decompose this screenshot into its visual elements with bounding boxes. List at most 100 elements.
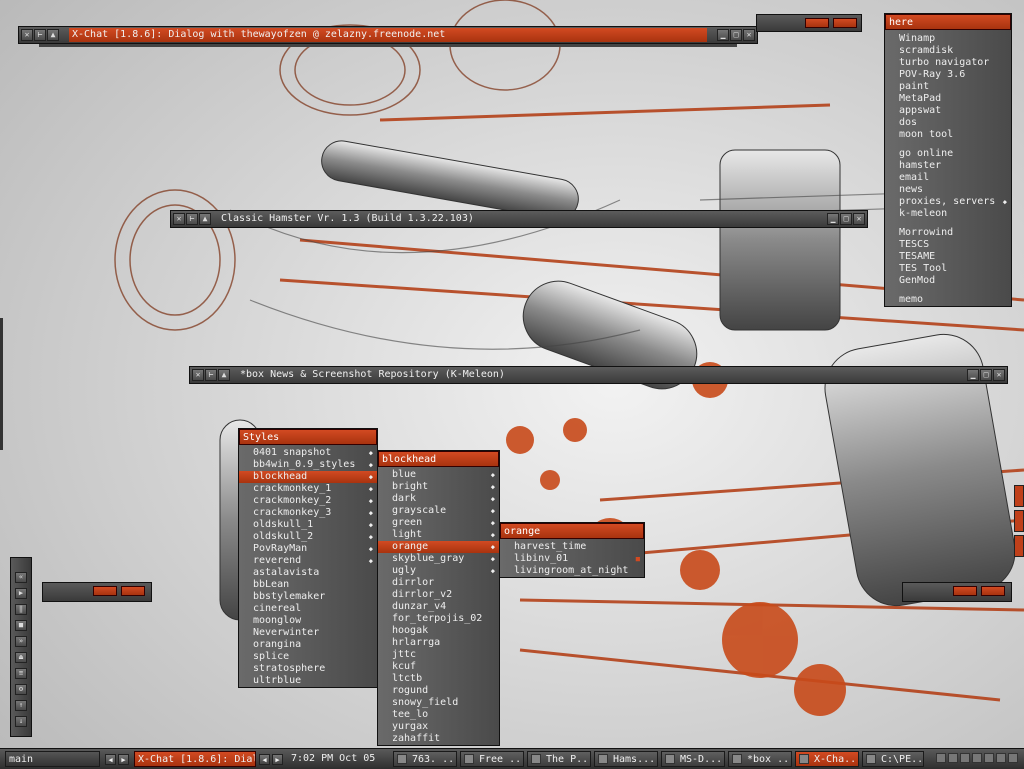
xchat-window-titlebar[interactable]: ✕ ⊢ ▲ X-Chat [1.8.6]: Dialog with theway… [18,26,758,47]
blockhead-menu-item[interactable]: light ◆ [378,529,499,541]
workspace-next-icon[interactable]: ▶ [118,754,129,765]
stop-icon[interactable]: ■ [15,620,27,631]
root-menu-item[interactable]: paint [885,81,1011,93]
window-pin-icon[interactable]: ⊢ [186,213,198,225]
blockhead-menu-item[interactable]: bright ◆ [378,481,499,493]
window-minimize-icon[interactable]: ▁ [827,213,839,225]
root-menu-item[interactable]: GenMod [885,275,1011,287]
right-edge-tab[interactable] [1014,485,1024,507]
blockhead-menu-item[interactable]: dark ◆ [378,493,499,505]
root-menu-item[interactable]: k-meleon [885,208,1011,220]
styles-menu-item[interactable]: astalavista [239,567,377,579]
styles-menu-item[interactable]: blockhead ◆ [239,471,377,483]
window-minimize-icon[interactable]: ▁ [967,369,979,381]
window-shade-icon[interactable]: ▲ [47,29,59,41]
blockhead-menu-item[interactable]: green ◆ [378,517,499,529]
right-edge-tab[interactable] [1014,535,1024,557]
root-menu-item[interactable]: MetaPad [885,93,1011,105]
blockhead-menu-item[interactable]: kcuf [378,661,499,673]
window-shade-icon[interactable]: ▲ [218,369,230,381]
styles-menu-item[interactable]: moonglow [239,615,377,627]
window-pin-icon[interactable]: ⊢ [34,29,46,41]
workspace-label[interactable]: main [5,751,100,767]
window-maximize-icon[interactable]: □ [980,369,992,381]
styles-menu-item[interactable]: Neverwinter [239,627,377,639]
root-menu-item[interactable]: TESCS [885,239,1011,251]
blockhead-menu-item[interactable]: grayscale ◆ [378,505,499,517]
window-close-icon[interactable]: ✕ [192,369,204,381]
blockhead-menu-item[interactable]: ugly ◆ [378,565,499,577]
window-close-icon[interactable]: ✕ [173,213,185,225]
slit-button[interactable] [121,586,145,596]
blockhead-menu-item[interactable]: dunzar_v4 [378,601,499,613]
taskbar-task[interactable]: The P... [527,751,591,767]
blockhead-menu-item[interactable]: yurgax [378,721,499,733]
fast-forward-icon[interactable]: » [15,636,27,647]
styles-menu-item[interactable]: PovRayMan ◆ [239,543,377,555]
settings-icon[interactable]: ⚙ [15,684,27,695]
tray-icon[interactable] [1008,753,1018,763]
window-minimize-icon[interactable]: ▁ [717,29,729,41]
blockhead-menu-item[interactable]: tee_lo [378,709,499,721]
window-shade-icon[interactable]: ▲ [199,213,211,225]
window-pin-icon[interactable]: ⊢ [205,369,217,381]
styles-menu-item[interactable]: stratosphere [239,663,377,675]
window-maximize-icon[interactable]: □ [840,213,852,225]
blockhead-menu-item[interactable]: hoogak [378,625,499,637]
root-menu-item[interactable]: news [885,184,1011,196]
window-prev-icon[interactable]: ◀ [259,754,270,765]
styles-menu-item[interactable]: 0401 snapshot ◆ [239,447,377,459]
volume-tray-icon[interactable] [984,753,994,763]
tray-icon[interactable] [960,753,970,763]
root-menu-item[interactable]: Morrowind [885,227,1011,239]
taskbar-task[interactable]: MS-D... [661,751,725,767]
kmeleon-window-titlebar[interactable]: ✕ ⊢ ▲ *box News & Screenshot Repository … [189,366,1008,384]
pause-icon[interactable]: ‖ [15,604,27,615]
right-edge-tab[interactable] [1014,510,1024,532]
window-close-button-icon[interactable]: ✕ [993,369,1005,381]
root-menu-item[interactable]: dos [885,117,1011,129]
blockhead-menu-item[interactable]: hrlarrga [378,637,499,649]
volume-up-icon[interactable]: ↑ [15,700,27,711]
styles-menu-item[interactable]: bbLean [239,579,377,591]
root-menu-item[interactable]: TESAME [885,251,1011,263]
slit-button[interactable] [805,18,829,28]
styles-menu-item[interactable]: splice [239,651,377,663]
styles-menu-item[interactable]: bbstylemaker [239,591,377,603]
root-menu-item[interactable]: appswat [885,105,1011,117]
taskbar-task[interactable]: X-Cha... [795,751,859,767]
root-menu-item[interactable]: scramdisk [885,45,1011,57]
taskbar-task[interactable]: C:\PE... [862,751,924,767]
hamster-window-titlebar[interactable]: ✕ ⊢ ▲ Classic Hamster Vr. 1.3 (Build 1.3… [170,210,868,228]
orange-menu-item[interactable]: harvest_time [500,541,644,553]
blockhead-menu-item[interactable]: dirrlor [378,577,499,589]
window-maximize-icon[interactable]: □ [730,29,742,41]
root-menu-item[interactable]: turbo navigator [885,57,1011,69]
slit-button[interactable] [93,586,117,596]
blockhead-menu-item[interactable]: jttc [378,649,499,661]
styles-menu-item[interactable]: oldskull_1 ◆ [239,519,377,531]
blockhead-menu-item[interactable]: orange ◆ [378,541,499,553]
window-close-icon[interactable]: ✕ [21,29,33,41]
root-menu-item[interactable]: hamster [885,160,1011,172]
root-menu-item[interactable]: TES Tool [885,263,1011,275]
orange-menu-item[interactable]: libinv_01 ■ [500,553,644,565]
taskbar-task[interactable]: Free ... [460,751,524,767]
styles-menu-item[interactable]: crackmonkey_3 ◆ [239,507,377,519]
styles-menu-item[interactable]: ultrblue [239,675,377,687]
root-menu-item[interactable]: Winamp [885,33,1011,45]
blockhead-menu-item[interactable]: skyblue_gray ◆ [378,553,499,565]
eject-icon[interactable]: ⏏ [15,652,27,663]
root-menu-item[interactable]: moon tool [885,129,1011,141]
window-next-icon[interactable]: ▶ [272,754,283,765]
root-menu-item[interactable]: proxies, servers ◆ [885,196,1011,208]
styles-menu-item[interactable]: oldskull_2 ◆ [239,531,377,543]
styles-menu-item[interactable]: cinereal [239,603,377,615]
playlist-icon[interactable]: ≡ [15,668,27,679]
volume-down-icon[interactable]: ↓ [15,716,27,727]
blockhead-menu-item[interactable]: rogund [378,685,499,697]
root-menu-item[interactable]: go online [885,148,1011,160]
window-close-button-icon[interactable]: ✕ [853,213,865,225]
blockhead-menu-item[interactable]: zahaffit [378,733,499,745]
slit-button[interactable] [981,586,1005,596]
